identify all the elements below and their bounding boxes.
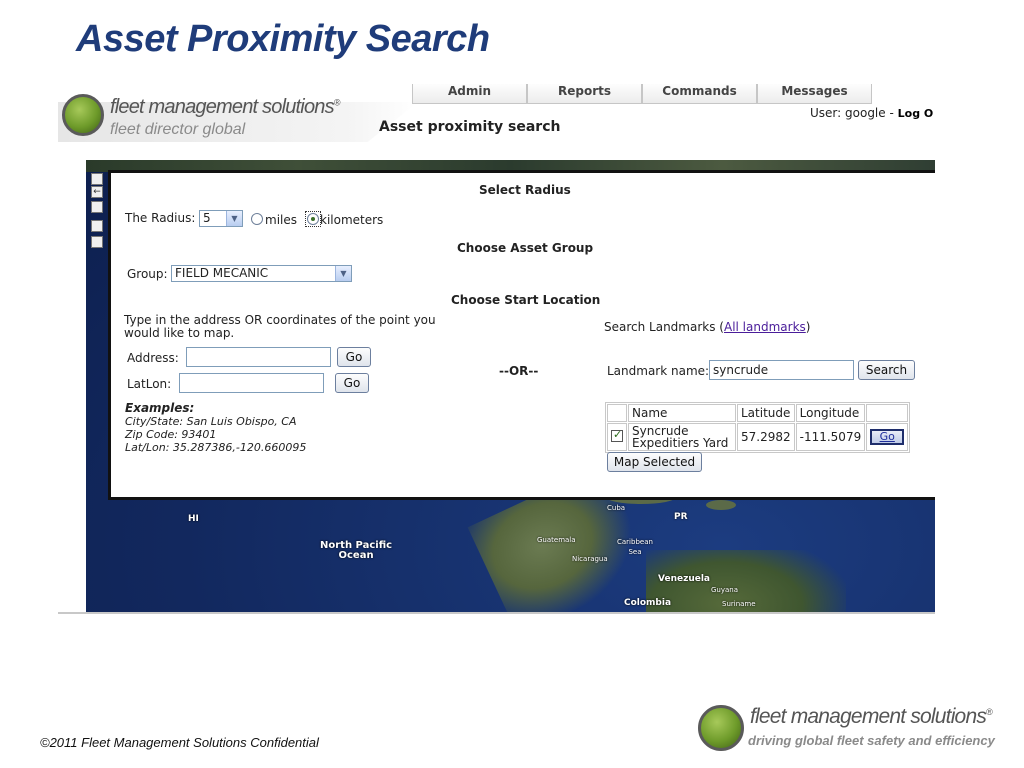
map-zoom-in-button[interactable] (91, 220, 103, 232)
map-land-pr (706, 500, 736, 510)
miles-radio[interactable] (251, 213, 263, 225)
chevron-down-icon: ▼ (226, 211, 242, 226)
search-landmarks-label: Search Landmarks (All landmarks) (604, 320, 811, 334)
latlon-label: LatLon: (127, 377, 172, 391)
landmark-search-button[interactable]: Search (858, 360, 915, 380)
app-header: fleet management solutions® fleet direct… (58, 84, 935, 160)
address-label: Address: (127, 351, 179, 365)
logout-link[interactable]: Log O (898, 107, 934, 120)
brand-subtitle: fleet director global (110, 121, 246, 138)
or-separator: --OR-- (499, 364, 539, 378)
examples-block: Examples: City/State: San Luis Obispo, C… (125, 401, 307, 455)
tab-admin[interactable]: Admin (412, 84, 527, 104)
example-latlon: Lat/Lon: 35.287386,-120.660095 (125, 441, 307, 454)
map-zoom-out-button[interactable] (91, 236, 103, 248)
table-row: SyncrudeExpeditiers Yard 57.2982 -111.50… (607, 423, 909, 451)
proximity-search-dialog: Select Radius The Radius: 5 ▼ miles kilo… (108, 170, 935, 500)
brand-logo[interactable]: fleet management solutions® fleet direct… (60, 92, 360, 142)
map-label-caribbean: Caribbean Sea (617, 538, 653, 556)
map-pan-down-button[interactable] (91, 201, 103, 213)
row-select-cell (607, 423, 627, 451)
map-label-nicaragua: Nicaragua (572, 555, 608, 563)
group-label: Group: (127, 267, 168, 281)
tab-messages[interactable]: Messages (757, 84, 872, 104)
tab-commands[interactable]: Commands (642, 84, 757, 104)
footer-copyright: ©2011 Fleet Management Solutions Confide… (40, 735, 319, 750)
row-checkbox[interactable] (611, 428, 623, 442)
column-header-go (866, 404, 909, 422)
screenshot-bottom-rule (58, 612, 935, 614)
user-separator: - (889, 106, 894, 120)
location-instructions: Type in the address OR coordinates of th… (124, 313, 436, 340)
address-input[interactable] (186, 347, 331, 367)
latlon-input[interactable] (179, 373, 324, 393)
column-header-select (607, 404, 627, 422)
examples-title: Examples: (125, 401, 195, 415)
page-heading: Asset proximity search (379, 119, 561, 135)
row-name-cell: Syncrude Expeditiers Yard (628, 423, 736, 451)
map-view[interactable]: ← HI North Pacific Ocean Cuba PR Guatemal… (86, 160, 935, 614)
example-city: City/State: San Luis Obispo, CA (125, 415, 297, 428)
latlon-go-button[interactable]: Go (335, 373, 369, 393)
map-label-guyana: Guyana (711, 586, 739, 594)
main-tabs: Admin Reports Commands Messages (412, 84, 872, 104)
column-header-longitude: Longitude (795, 404, 866, 422)
map-label-suriname: Suriname (722, 600, 756, 608)
brand-name: fleet management solutions® (110, 96, 340, 118)
group-value: FIELD MECANIC (175, 266, 269, 280)
landmark-name-input[interactable]: syncrude (709, 360, 854, 380)
map-label-colombia: Colombia (624, 598, 672, 608)
map-label-north-pacific: North Pacific Ocean (320, 540, 393, 561)
group-select[interactable]: FIELD MECANIC ▼ (171, 265, 352, 282)
footer-logo-circle-icon (698, 705, 744, 751)
map-label-pr: PR (674, 512, 688, 522)
select-radius-heading: Select Radius (479, 183, 571, 197)
landmark-results-table: Name Latitude Longitude SyncrudeExpediti… (605, 402, 911, 453)
map-pan-up-button[interactable] (91, 173, 103, 185)
slide-title: Asset Proximity Search (76, 18, 490, 60)
user-label: User: (810, 106, 842, 120)
map-label-venezuela: Venezuela (658, 574, 710, 584)
map-selected-button[interactable]: Map Selected (607, 452, 702, 472)
user-name: google (845, 106, 886, 120)
map-label-hi: HI (188, 514, 199, 524)
map-pan-left-button[interactable]: ← (91, 186, 103, 198)
radius-value: 5 (203, 211, 211, 225)
row-longitude-cell: -111.5079 (795, 423, 866, 451)
row-go-button[interactable]: Go (870, 429, 905, 445)
row-go-cell: Go (866, 423, 909, 451)
map-label-cuba: Cuba (607, 504, 626, 512)
example-zip: Zip Code: 93401 (125, 428, 217, 441)
address-go-button[interactable]: Go (337, 347, 371, 367)
map-label-guatemala: Guatemala (537, 536, 576, 544)
kilometers-label: kilometers (320, 213, 384, 227)
kilometers-radio[interactable] (307, 213, 319, 225)
radius-label: The Radius: (125, 211, 196, 225)
choose-start-heading: Choose Start Location (451, 293, 601, 307)
miles-label: miles (265, 213, 297, 227)
footer-tagline: driving global fleet safety and efficien… (748, 733, 995, 748)
radius-select[interactable]: 5 ▼ (199, 210, 243, 227)
tab-reports[interactable]: Reports (527, 84, 642, 104)
app-screenshot: fleet management solutions® fleet direct… (58, 84, 935, 614)
table-header-row: Name Latitude Longitude (607, 404, 909, 422)
logo-circle-icon (62, 94, 104, 136)
column-header-name: Name (628, 404, 736, 422)
choose-group-heading: Choose Asset Group (457, 241, 594, 255)
row-latitude-cell: 57.2982 (737, 423, 795, 451)
all-landmarks-link[interactable]: All landmarks (724, 320, 806, 334)
footer-brand-logo: fleet management solutions® driving glob… (698, 702, 1018, 752)
user-info: User: google - Log O (810, 106, 933, 120)
landmark-name-label: Landmark name: (607, 364, 710, 378)
column-header-latitude: Latitude (737, 404, 795, 422)
chevron-down-icon: ▼ (335, 266, 351, 281)
footer-brand-name: fleet management solutions® (750, 705, 993, 728)
